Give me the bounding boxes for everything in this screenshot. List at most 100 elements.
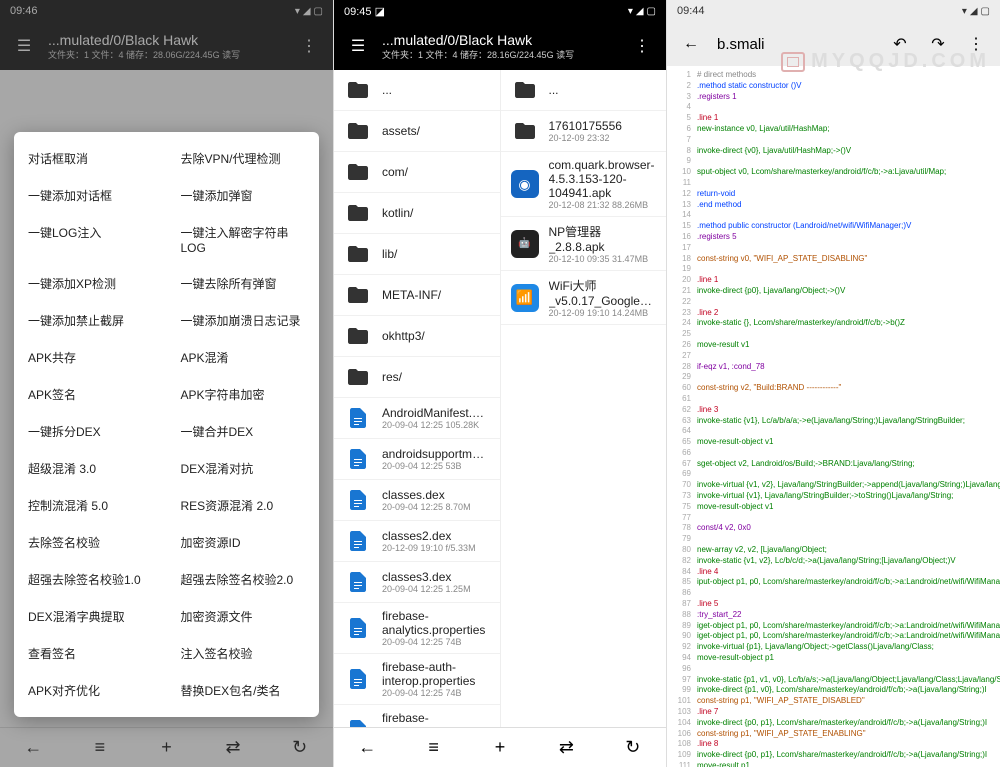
code-line: 96 — [671, 664, 996, 675]
list-button[interactable]: ≡ — [418, 732, 450, 764]
code-line: 86 — [671, 588, 996, 599]
code-line: 19 — [671, 264, 996, 275]
menu-item[interactable]: 替换DEX包名/类名 — [167, 672, 320, 709]
file-name: kotlin/ — [382, 206, 490, 220]
file-row[interactable]: res/ — [334, 357, 500, 398]
menu-item[interactable]: APK混淆 — [167, 339, 320, 376]
menu-item[interactable]: 注入签名校验 — [167, 635, 320, 672]
file-meta: 20-12-09 19:10 14.24MB — [549, 308, 657, 318]
menu-item[interactable]: 去除VPN/代理检测 — [167, 140, 320, 177]
code-line: 12return-void — [671, 189, 996, 200]
code-line: 106const-string p1, "WIFI_AP_STATE_ENABL… — [671, 729, 996, 740]
file-row[interactable]: com/ — [334, 152, 500, 193]
sort-button[interactable]: ⇄ — [550, 732, 582, 764]
file-name: androidsupportmultidexversion.txt — [382, 447, 490, 461]
file-row[interactable]: classes3.dex20-09-04 12:25 1.25M — [334, 562, 500, 603]
refresh-button[interactable]: ↻ — [617, 732, 649, 764]
menu-item[interactable]: 对话框取消 — [14, 140, 167, 177]
folder-icon — [511, 117, 539, 145]
menu-item[interactable]: 一键添加对话框 — [14, 177, 167, 214]
file-row[interactable]: 📶WiFi大师_v5.0.17_GooglePlay(1).apk20-12-0… — [501, 271, 667, 325]
file-meta: 20-12-09 23:32 — [549, 133, 657, 143]
file-row[interactable]: firebase-auth-interop.properties20-09-04… — [334, 654, 500, 705]
file-name: META-INF/ — [382, 288, 490, 302]
menu-icon[interactable]: ☰ — [346, 34, 370, 58]
menu-item[interactable]: 控制流混淆 5.0 — [14, 487, 167, 524]
code-line: 85iput-object p1, p0, Lcom/share/masterk… — [671, 577, 996, 588]
menu-item[interactable]: 超强去除签名校验1.0 — [14, 561, 167, 598]
file-name: ... — [549, 83, 657, 97]
path-subtitle: 文件夹：1 文件：4 储存：28.16G/224.45G 读写 — [382, 48, 618, 61]
file-row[interactable]: firebase-analytics.properties20-09-04 12… — [334, 603, 500, 654]
file-meta: 20-12-09 19:10 f/5.33M — [382, 543, 490, 553]
code-editor[interactable]: 1# direct methods2.method static constru… — [667, 66, 1000, 767]
file-row[interactable]: kotlin/ — [334, 193, 500, 234]
menu-item[interactable]: 去除签名校验 — [14, 524, 167, 561]
menu-item[interactable]: 一键拆分DEX — [14, 413, 167, 450]
file-row[interactable]: classes.dex20-09-04 12:25 8.70M — [334, 480, 500, 521]
file-meta: 20-09-04 12:25 53B — [382, 461, 490, 471]
battery-icon: ▢ — [647, 6, 656, 17]
folder-icon — [344, 158, 372, 186]
file-row[interactable]: androidsupportmultidexversion.txt20-09-0… — [334, 439, 500, 480]
folder-icon — [344, 363, 372, 391]
undo-icon[interactable]: ↶ — [888, 32, 912, 56]
menu-item[interactable]: RES资源混淆 2.0 — [167, 487, 320, 524]
menu-item[interactable]: 一键添加崩溃日志记录 — [167, 302, 320, 339]
code-line: 73invoke-virtual {v1}, Ljava/lang/String… — [671, 491, 996, 502]
file-row[interactable]: firebase-auth.properties20-09-04 12:25 6… — [334, 705, 500, 727]
status-icons: ▾◢▢ — [628, 6, 656, 17]
menu-item[interactable]: 查看签名 — [14, 635, 167, 672]
add-button[interactable]: + — [484, 732, 516, 764]
file-row[interactable]: ◉com.quark.browser-4.5.3.153-120-104941.… — [501, 152, 667, 217]
back-button[interactable]: ← — [351, 732, 383, 764]
file-row[interactable]: 🤖NP管理器_2.8.8.apk20-12-10 09:35 31.47MB — [501, 217, 667, 271]
menu-item[interactable]: APK共存 — [14, 339, 167, 376]
menu-item[interactable]: APK签名 — [14, 376, 167, 413]
path-title: ...mulated/0/Black Hawk — [382, 32, 618, 48]
menu-item[interactable]: 一键注入解密字符串LOG — [167, 214, 320, 265]
file-row[interactable]: 1761017555620-12-09 23:32 — [501, 111, 667, 152]
code-line: 99invoke-direct {p1, v0}, Lcom/share/mas… — [671, 685, 996, 696]
menu-item[interactable]: 一键添加XP检测 — [14, 265, 167, 302]
code-line: 3.registers 1 — [671, 92, 996, 103]
file-row[interactable]: assets/ — [334, 111, 500, 152]
overflow-icon[interactable]: ⋮ — [630, 34, 654, 58]
menu-item[interactable]: 一键LOG注入 — [14, 214, 167, 265]
menu-item[interactable]: 加密资源文件 — [167, 598, 320, 635]
code-line: 6new-instance v0, Ljava/util/HashMap; — [671, 124, 996, 135]
redo-icon[interactable]: ↷ — [926, 32, 950, 56]
file-row[interactable]: AndroidManifest.xml20-09-04 12:25 105.28… — [334, 398, 500, 439]
menu-item[interactable]: 一键合并DEX — [167, 413, 320, 450]
code-line: 65move-result-object v1 — [671, 437, 996, 448]
menu-item[interactable]: APK对齐优化 — [14, 672, 167, 709]
code-line: 80new-array v2, v2, [Ljava/lang/Object; — [671, 545, 996, 556]
file-row[interactable]: ... — [501, 70, 667, 111]
menu-item[interactable]: 超强去除签名校验2.0 — [167, 561, 320, 598]
code-line: 87.line 5 — [671, 599, 996, 610]
overflow-icon[interactable]: ⋮ — [964, 32, 988, 56]
file-row[interactable]: ... — [334, 70, 500, 111]
file-row[interactable]: lib/ — [334, 234, 500, 275]
file-meta: 20-12-10 09:35 31.47MB — [549, 254, 657, 264]
code-line: 8invoke-direct {v0}, Ljava/util/HashMap;… — [671, 146, 996, 157]
file-row[interactable]: classes2.dex20-12-09 19:10 f/5.33M — [334, 521, 500, 562]
menu-item[interactable]: 超级混淆 3.0 — [14, 450, 167, 487]
menu-item[interactable]: APK字符串加密 — [167, 376, 320, 413]
file-icon — [344, 527, 372, 555]
status-bar: 09:44 ▾◢▢ — [667, 0, 1000, 22]
code-line: 60const-string v2, "Build:BRAND --------… — [671, 383, 996, 394]
menu-item[interactable]: DEX混淆字典提取 — [14, 598, 167, 635]
file-meta: 20-09-04 12:25 105.28K — [382, 420, 490, 430]
left-file-list: ...assets/com/kotlin/lib/META-INF/okhttp… — [334, 70, 501, 727]
back-icon[interactable]: ← — [679, 32, 703, 56]
menu-item[interactable]: 一键添加禁止截屏 — [14, 302, 167, 339]
file-icon — [344, 404, 372, 432]
menu-item[interactable]: 一键添加弹窗 — [167, 177, 320, 214]
file-row[interactable]: META-INF/ — [334, 275, 500, 316]
file-row[interactable]: okhttp3/ — [334, 316, 500, 357]
code-line: 101const-string p1, "WIFI_AP_STATE_DISAB… — [671, 696, 996, 707]
menu-item[interactable]: DEX混淆对抗 — [167, 450, 320, 487]
menu-item[interactable]: 一键去除所有弹窗 — [167, 265, 320, 302]
menu-item[interactable]: 加密资源ID — [167, 524, 320, 561]
